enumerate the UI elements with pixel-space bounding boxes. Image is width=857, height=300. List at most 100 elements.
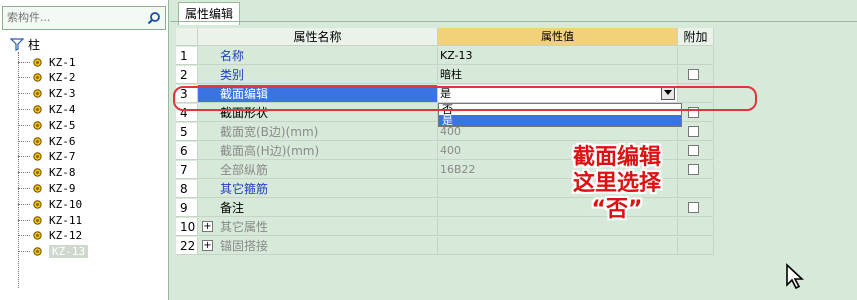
row-index: 8 <box>176 180 198 198</box>
property-value[interactable]: KZ-13 <box>438 47 678 65</box>
tree-branch-line <box>18 77 30 79</box>
expand-plus-icon[interactable]: + <box>202 240 213 251</box>
annotation-note: 截面编辑 这里选择 “否” <box>552 145 682 223</box>
dropdown-option-yes[interactable]: 是 <box>439 115 681 126</box>
tree-item-label: KZ-3 <box>49 87 76 101</box>
add-cell <box>678 47 714 65</box>
tab-divider <box>170 21 857 22</box>
property-name: 全部纵筋 <box>198 161 438 179</box>
tree-branch-line <box>18 93 30 95</box>
header-index <box>176 28 198 46</box>
annotation-line-1: 截面编辑 <box>572 145 661 170</box>
add-cell <box>678 161 714 179</box>
property-editor: 属性编辑 属性名称 属性值 附加 1 名称 KZ-13 2 类别 暗柱 3 截面编辑是 4 截面形… <box>170 0 857 300</box>
gear-icon <box>33 199 42 209</box>
tree-root-column[interactable]: 柱 <box>10 36 40 52</box>
tree-item[interactable]: KZ-5 <box>18 117 76 133</box>
tree-item-label: KZ-10 <box>49 197 83 211</box>
tree-item[interactable]: KZ-2 <box>18 70 76 86</box>
annotation-line-3: “否” <box>591 197 643 222</box>
tree-branch-line <box>18 124 30 126</box>
gear-icon <box>33 73 42 83</box>
search-button[interactable] <box>143 7 165 29</box>
tree-item[interactable]: KZ-7 <box>18 149 76 165</box>
row-index: 7 <box>176 161 198 179</box>
tree-item[interactable]: KZ-10 <box>18 196 82 212</box>
tree-branch-line <box>18 251 30 253</box>
row-index: 9 <box>176 199 198 217</box>
tree-branch-line <box>18 108 30 110</box>
tree-item[interactable]: KZ-4 <box>18 101 76 117</box>
add-checkbox[interactable] <box>688 145 699 156</box>
gear-icon <box>33 184 42 193</box>
gear-icon <box>33 231 42 241</box>
property-name: 类别 <box>198 66 438 84</box>
tree-item-label: KZ-7 <box>49 150 76 164</box>
tree-item-label: KZ-9 <box>49 181 76 195</box>
add-cell <box>678 123 714 141</box>
tree-item-label: KZ-4 <box>49 102 76 116</box>
tree-item[interactable]: KZ-3 <box>18 86 76 102</box>
tree-item-label: KZ-2 <box>49 71 76 85</box>
row-index: 5 <box>176 123 198 141</box>
header-add: 附加 <box>678 28 714 46</box>
tree-branch-line <box>18 172 30 174</box>
property-value-text: 暗柱 <box>440 68 462 81</box>
filter-icon <box>10 38 24 51</box>
tree-item-label: KZ-6 <box>49 134 76 148</box>
tree-item[interactable]: KZ-1 <box>18 54 76 70</box>
search-box <box>2 6 166 30</box>
add-cell <box>678 218 714 236</box>
tree-item[interactable]: KZ-9 <box>18 180 76 196</box>
highlight-ring <box>173 86 757 111</box>
add-checkbox[interactable] <box>688 69 699 80</box>
property-value[interactable] <box>438 237 678 255</box>
add-checkbox[interactable] <box>688 126 699 137</box>
search-icon <box>147 12 160 25</box>
tree-item-label: KZ-1 <box>49 55 76 69</box>
add-cell <box>678 142 714 160</box>
gear-icon <box>33 105 42 114</box>
component-tree-panel: 柱 KZ-1 KZ-2 KZ-3KZ-4 KZ-5 KZ-6 KZ-7 KZ-8KZ-9 KZ… <box>0 0 169 300</box>
expand-plus-icon[interactable]: + <box>202 221 213 232</box>
grid-header: 属性名称 属性值 附加 <box>176 28 714 47</box>
property-name: 名称 <box>198 47 438 65</box>
property-value[interactable]: 暗柱 <box>438 66 678 84</box>
mouse-cursor-icon <box>786 263 805 289</box>
add-cell <box>678 180 714 198</box>
property-name: 截面宽(B边)(mm) <box>198 123 438 141</box>
tree-item[interactable]: KZ-6 <box>18 133 76 149</box>
row-index: 6 <box>176 142 198 160</box>
add-checkbox[interactable] <box>688 202 699 213</box>
table-row[interactable]: 22 锚固搭接 + <box>176 237 714 256</box>
gear-icon <box>33 89 42 98</box>
gear-icon <box>33 57 42 67</box>
tree-branch-line <box>18 235 30 237</box>
gear-icon <box>33 152 42 162</box>
gear-icon <box>33 168 42 177</box>
add-checkbox[interactable] <box>688 164 699 175</box>
row-index: 10 <box>176 218 198 236</box>
property-name: 其它属性 <box>198 218 438 236</box>
tree-item[interactable]: KZ-11 <box>18 212 82 228</box>
gear-icon <box>33 215 42 225</box>
gear-icon <box>33 247 42 256</box>
tree-branch-line <box>18 61 30 63</box>
tree-item-label: KZ-5 <box>49 118 76 132</box>
property-name: 截面高(H边)(mm) <box>198 142 438 160</box>
property-value-text: KZ-13 <box>440 49 473 62</box>
header-property-value: 属性值 <box>438 28 678 46</box>
gear-icon <box>33 120 42 130</box>
property-name: 其它箍筋 <box>198 180 438 198</box>
tree-item[interactable]: KZ-13 <box>18 244 89 260</box>
header-property-name: 属性名称 <box>198 28 438 46</box>
tree-item-label: KZ-8 <box>49 166 76 180</box>
search-input[interactable] <box>3 7 149 27</box>
tree-item[interactable]: KZ-8 <box>18 165 76 181</box>
add-cell <box>678 237 714 255</box>
tree-branch-line <box>18 203 30 205</box>
table-row[interactable]: 2 类别 暗柱 <box>176 66 714 85</box>
tree-branch-line <box>18 156 30 158</box>
tree-item[interactable]: KZ-12 <box>18 228 82 244</box>
table-row[interactable]: 1 名称 KZ-13 <box>176 47 714 66</box>
